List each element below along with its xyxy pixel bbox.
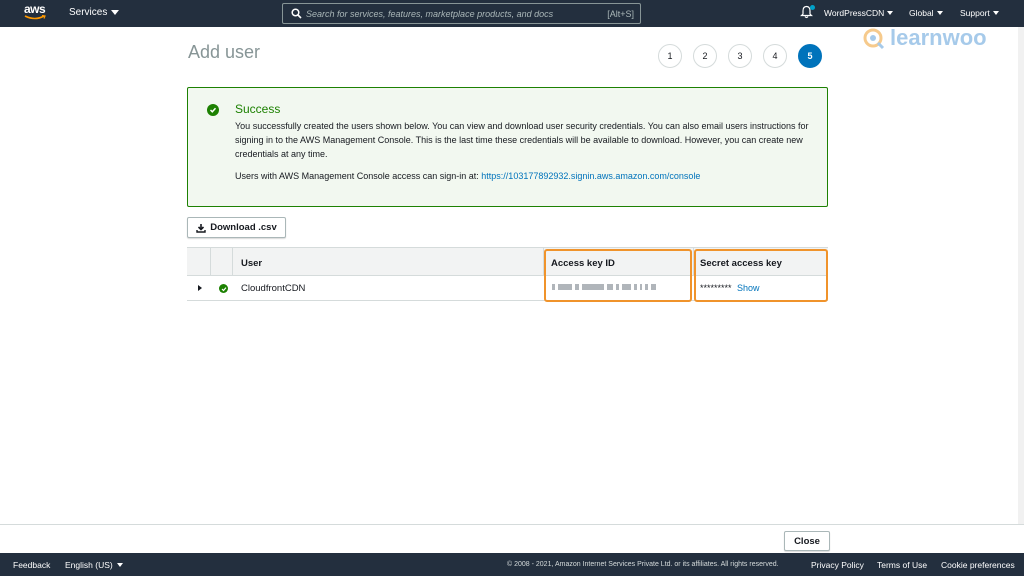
search-shortcut: [Alt+S] (607, 8, 634, 19)
privacy-policy-link[interactable]: Privacy Policy (811, 560, 864, 570)
download-icon (196, 223, 206, 233)
watermark-text: learnwoo (890, 25, 987, 50)
language-label: English (US) (65, 560, 113, 570)
copyright-text: © 2008 - 2021, Amazon Internet Services … (507, 561, 779, 568)
region-menu[interactable]: Global (909, 8, 943, 18)
chevron-down-icon (887, 11, 894, 15)
learnwoo-watermark: learnwoo (862, 24, 987, 52)
credentials-table: User Access key ID Secret access key Clo… (187, 247, 828, 301)
signin-url-link[interactable]: https://103177892932.signin.aws.amazon.c… (481, 171, 700, 181)
column-divider (543, 248, 544, 277)
success-check-icon (219, 284, 228, 293)
step-1: 1 (658, 44, 682, 68)
download-csv-label: Download .csv (210, 222, 277, 233)
show-secret-link[interactable]: Show (737, 283, 760, 293)
success-alert: Success You successfully created the use… (187, 87, 828, 207)
scrollbar[interactable] (1018, 27, 1024, 553)
top-nav: aws Services [Alt+S] WordPressCDN Global (0, 0, 1024, 27)
account-menu[interactable]: WordPressCDN (824, 8, 894, 18)
table-header: User Access key ID Secret access key (187, 247, 828, 277)
secret-key-cell: ********* Show (700, 283, 760, 293)
services-label: Services (69, 7, 108, 18)
table-row: CloudfrontCDN ********* Show (187, 276, 828, 301)
column-header-secret-key[interactable]: Secret access key (700, 258, 782, 269)
cookie-preferences-link[interactable]: Cookie preferences (941, 560, 1015, 570)
secret-mask: ********* (700, 283, 732, 293)
aws-logo[interactable]: aws (24, 3, 48, 23)
learnwoo-logo-icon (863, 28, 885, 50)
chevron-down-icon (116, 563, 123, 567)
signin-line: Users with AWS Management Console access… (235, 171, 700, 181)
search-box[interactable]: [Alt+S] (282, 3, 641, 24)
chevron-down-icon (936, 11, 943, 15)
footer: Feedback English (US) © 2008 - 2021, Ama… (0, 553, 1024, 576)
search-icon (286, 4, 306, 23)
chevron-down-icon (111, 10, 120, 15)
signin-text: Users with AWS Management Console access… (235, 171, 479, 181)
user-name-cell: CloudfrontCDN (241, 283, 306, 294)
language-selector[interactable]: English (US) (65, 560, 123, 570)
action-bar: Close (0, 524, 1024, 553)
feedback-link[interactable]: Feedback (13, 560, 50, 570)
close-button[interactable]: Close (784, 531, 830, 551)
step-4: 4 (763, 44, 787, 68)
success-message: You successfully created the users shown… (235, 121, 809, 160)
redacted-access-key (552, 284, 656, 290)
column-header-access-key[interactable]: Access key ID (551, 258, 615, 269)
column-divider (693, 248, 694, 277)
expand-row-icon[interactable] (198, 285, 202, 291)
step-2: 2 (693, 44, 717, 68)
search-input[interactable] (306, 8, 608, 19)
notifications-bell-icon[interactable] (800, 5, 815, 21)
column-header-user[interactable]: User (241, 258, 262, 269)
region-label: Global (909, 8, 934, 18)
column-divider (210, 248, 211, 277)
aws-logo-text: aws (24, 2, 46, 16)
account-label: WordPressCDN (824, 8, 885, 18)
support-label: Support (960, 8, 990, 18)
chevron-down-icon (992, 11, 999, 15)
terms-of-use-link[interactable]: Terms of Use (877, 560, 927, 570)
step-3: 3 (728, 44, 752, 68)
download-csv-button[interactable]: Download .csv (187, 217, 286, 238)
step-5: 5 (798, 44, 822, 68)
wizard-steps: 1 2 3 4 5 (658, 44, 822, 68)
success-title: Success (235, 102, 281, 116)
services-menu[interactable]: Services (69, 7, 120, 18)
success-check-icon (207, 104, 219, 116)
page-title: Add user (188, 42, 261, 62)
support-menu[interactable]: Support (960, 8, 999, 18)
notification-dot (810, 5, 815, 10)
column-divider (232, 248, 233, 277)
